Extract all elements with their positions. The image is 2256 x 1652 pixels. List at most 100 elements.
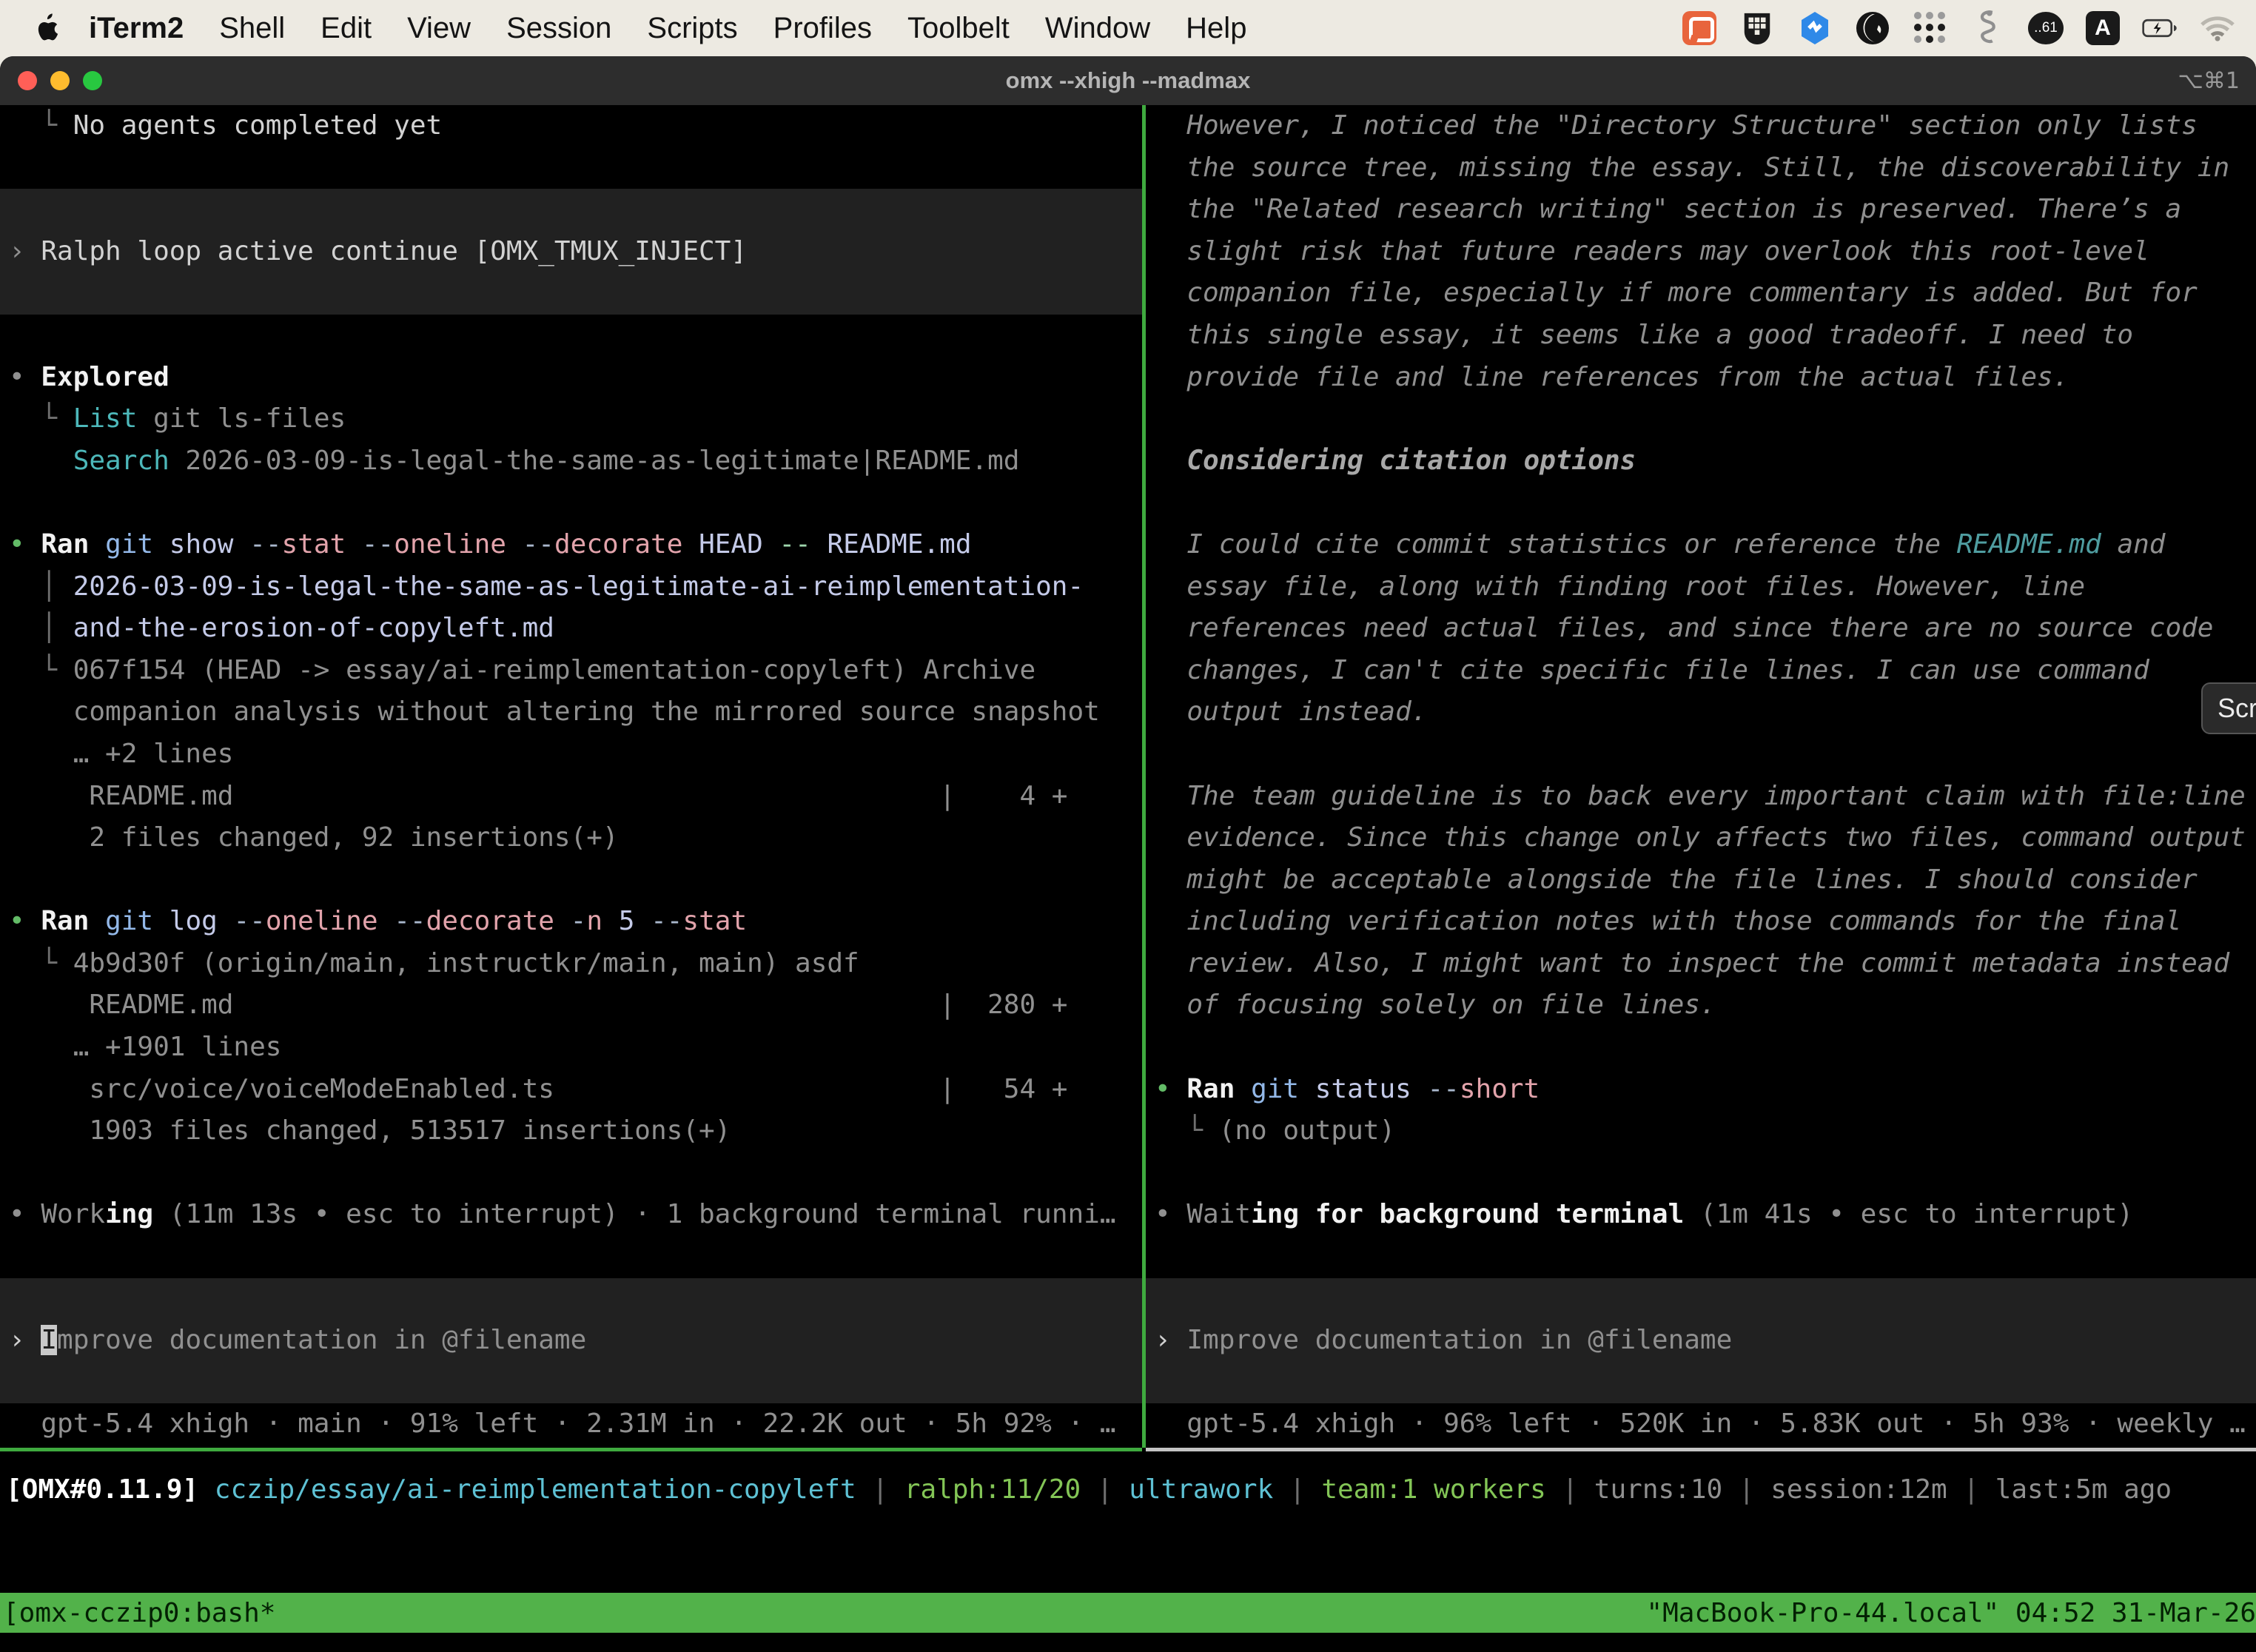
terminal-line: src/voice/voiceModeEnabled.ts | 54 +: [0, 1069, 1142, 1111]
menubar-menus: iTerm2ShellEditViewSessionScriptsProfile…: [71, 12, 1264, 45]
menu-item-shell[interactable]: Shell: [201, 12, 303, 45]
apple-icon[interactable]: [31, 12, 61, 44]
circle-61-badge-icon[interactable]: ..61: [2028, 12, 2064, 44]
terminal-line: • Explored: [0, 357, 1142, 399]
terminal-line: 1903 files changed, 513517 insertions(+): [0, 1110, 1142, 1152]
terminal-line: … +2 lines: [0, 733, 1142, 776]
terminal-line: [0, 859, 1142, 901]
keypad-shield-icon[interactable]: [1739, 10, 1775, 46]
screen-overlay-label: Scre: [2218, 693, 2256, 724]
terminal-line: │ 2026-03-09-is-legal-the-same-as-legiti…: [0, 566, 1142, 608]
terminal-line: • Ran git log --oneline --decorate -n 5 …: [0, 901, 1142, 943]
terminal-line: [1146, 733, 2256, 776]
iterm-window: omx --xhigh --madmax ⌥⌘1 └ No agents com…: [0, 56, 2256, 1652]
terminal-line: essay file, along with finding root file…: [1146, 566, 2256, 608]
hexagon-bolt-icon[interactable]: [1797, 10, 1833, 46]
terminal-line: The team guideline is to back every impo…: [1146, 776, 2256, 818]
terminal-line: However, I noticed the "Directory Struct…: [1146, 105, 2256, 147]
prompt-box-line: › Improve documentation in @filename: [1146, 1320, 2256, 1362]
terminal-line: └ 4b9d30f (origin/main, instructkr/main,…: [0, 943, 1142, 985]
tmux-host-clock: "MacBook-Pro-44.local" 04:52 31-Mar-26: [1646, 1598, 2256, 1628]
terminal-line: this single essay, it seems like a good …: [1146, 315, 2256, 357]
terminal-line: └ 067f154 (HEAD -> essay/ai-reimplementa…: [0, 650, 1142, 692]
screen-overlay-button[interactable]: Scre: [2201, 682, 2256, 734]
terminal-line: output instead.: [1146, 691, 2256, 733]
prompt-box-line: [1146, 1362, 2256, 1404]
terminal-line: [1146, 482, 2256, 524]
terminal-line: [0, 315, 1142, 357]
terminal-line: of focusing solely on file lines.: [1146, 984, 2256, 1027]
terminal-line: Search 2026-03-09-is-legal-the-same-as-l…: [0, 440, 1142, 483]
terminal-line: [1146, 398, 2256, 440]
terminal-line: changes, I can't cite specific file line…: [1146, 650, 2256, 692]
tmux-status-bar: [omx-cczip0:bash* "MacBook-Pro-44.local"…: [0, 1593, 2256, 1633]
menu-item-view[interactable]: View: [389, 12, 489, 45]
terminal-line: companion analysis without altering the …: [0, 691, 1142, 733]
terminal-line: provide file and line references from th…: [1146, 357, 2256, 399]
battery-charging-icon[interactable]: [2142, 10, 2178, 46]
terminal-line: └ (no output): [1146, 1110, 2256, 1152]
terminal-line: [0, 147, 1142, 189]
terminal-line: └ List git ls-files: [0, 398, 1142, 440]
dots-grid-icon[interactable]: [1913, 10, 1948, 46]
terminal-line: README.md | 280 +: [0, 984, 1142, 1027]
prompt-box-line: [0, 272, 1142, 315]
menu-item-session[interactable]: Session: [489, 12, 629, 45]
terminal-line: │ and-the-erosion-of-copyleft.md: [0, 608, 1142, 650]
terminal-line: • Waiting for background terminal (1m 41…: [1146, 1194, 2256, 1236]
terminal-line: the "Related research writing" section i…: [1146, 189, 2256, 231]
prompt-box-line: [1146, 1278, 2256, 1320]
terminal-line: Considering citation options: [1146, 440, 2256, 483]
terminal-line: gpt-5.4 xhigh · 96% left · 520K in · 5.8…: [1146, 1403, 2256, 1446]
terminal-line: review. Also, I might want to inspect th…: [1146, 943, 2256, 985]
terminal-line: … +1901 lines: [0, 1027, 1142, 1069]
menubar-status-icons: ..61 A: [1682, 10, 2256, 46]
menu-item-help[interactable]: Help: [1168, 12, 1264, 45]
terminal-line: including verification notes with those …: [1146, 901, 2256, 943]
menu-item-iterm2[interactable]: iTerm2: [71, 12, 201, 45]
menu-item-scripts[interactable]: Scripts: [629, 12, 755, 45]
menu-item-edit[interactable]: Edit: [303, 12, 389, 45]
prompt-box-line: › Improve documentation in @filename: [0, 1320, 1142, 1362]
terminal-line: [0, 1152, 1142, 1195]
letter-a-badge-icon[interactable]: A: [2086, 11, 2120, 45]
prompt-box-line: [0, 189, 1142, 231]
right-pane[interactable]: However, I noticed the "Directory Struct…: [1146, 105, 2256, 1448]
menu-item-profiles[interactable]: Profiles: [756, 12, 890, 45]
window-titlebar[interactable]: omx --xhigh --madmax ⌥⌘1: [0, 56, 2256, 105]
crescent-moon-icon[interactable]: [1855, 10, 1890, 46]
terminal-line: evidence. Since this change only affects…: [1146, 817, 2256, 859]
terminal-line: • Working (11m 13s • esc to interrupt) ·…: [0, 1194, 1142, 1236]
terminal-line: [0, 482, 1142, 524]
chat-bubble-icon[interactable]: [1682, 10, 1717, 46]
terminal-line: the source tree, missing the essay. Stil…: [1146, 147, 2256, 189]
menu-item-window[interactable]: Window: [1027, 12, 1168, 45]
terminal-content[interactable]: └ No agents completed yet › Ralph loop ac…: [0, 105, 2256, 1652]
window-title: omx --xhigh --madmax: [0, 67, 2256, 94]
left-pane-separator: [0, 1448, 1142, 1451]
terminal-line: I could cite commit statistics or refere…: [1146, 524, 2256, 566]
tmux-session-label: [omx-cczip0:bash*: [3, 1598, 275, 1628]
terminal-line: • Ran git show --stat --oneline --decora…: [0, 524, 1142, 566]
left-pane[interactable]: └ No agents completed yet › Ralph loop ac…: [0, 105, 1142, 1448]
wifi-icon[interactable]: [2200, 10, 2235, 46]
terminal-line: └ No agents completed yet: [0, 105, 1142, 147]
right-pane-separator: [1146, 1448, 2256, 1451]
menu-item-toolbelt[interactable]: Toolbelt: [890, 12, 1027, 45]
terminal-line: [1146, 1236, 2256, 1278]
omx-status-line: [OMX#0.11.9] cczip/essay/ai-reimplementa…: [6, 1469, 2172, 1511]
terminal-line: [0, 1236, 1142, 1278]
menubar: iTerm2ShellEditViewSessionScriptsProfile…: [0, 0, 2256, 56]
terminal-line: [1146, 1027, 2256, 1069]
terminal-line: gpt-5.4 xhigh · main · 91% left · 2.31M …: [0, 1403, 1142, 1446]
squiggle-hook-icon[interactable]: [1970, 10, 2006, 46]
terminal-line: slight risk that future readers may over…: [1146, 231, 2256, 273]
terminal-line: companion file, especially if more comme…: [1146, 272, 2256, 315]
prompt-box-line: [0, 1278, 1142, 1320]
prompt-box-line: › Ralph loop active continue [OMX_TMUX_I…: [0, 231, 1142, 273]
terminal-line: references need actual files, and since …: [1146, 608, 2256, 650]
prompt-box-line: [0, 1362, 1142, 1404]
terminal-line: 2 files changed, 92 insertions(+): [0, 817, 1142, 859]
terminal-line: might be acceptable alongside the file l…: [1146, 859, 2256, 901]
terminal-line: [1146, 1152, 2256, 1195]
